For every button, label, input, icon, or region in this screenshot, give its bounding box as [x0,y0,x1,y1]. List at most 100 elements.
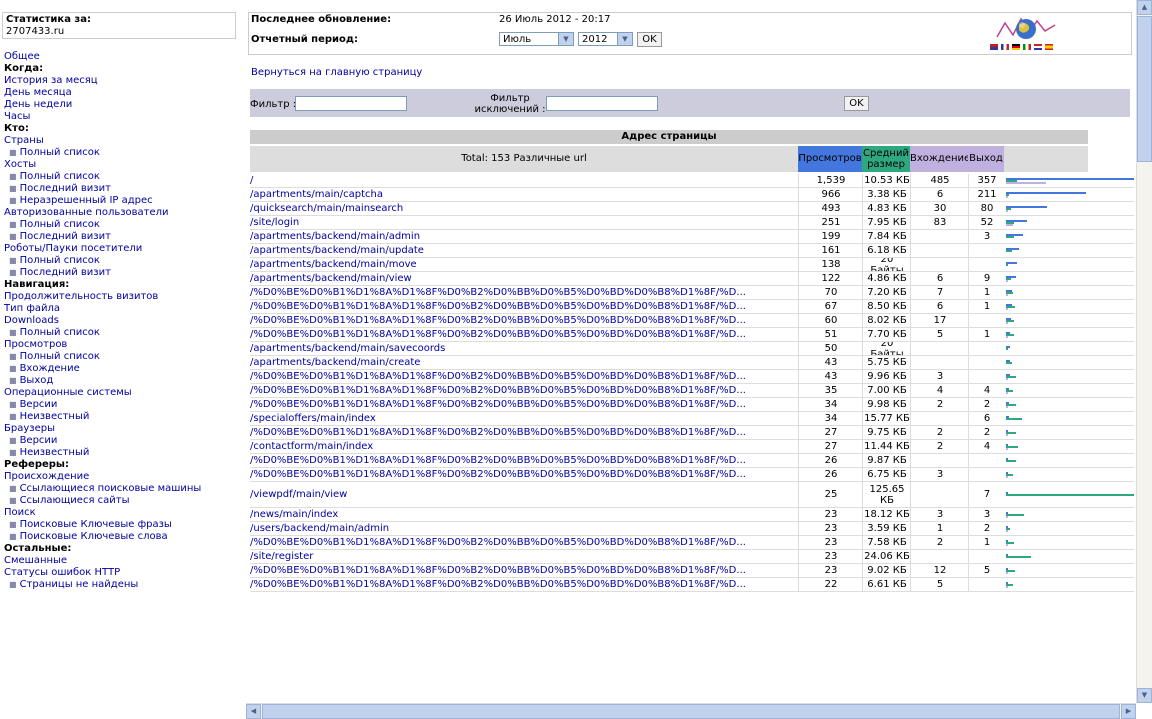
menu-subitem[interactable]: ■ Полный список [4,327,201,339]
menu-item[interactable]: История за месяц [4,75,201,87]
page-url-link[interactable]: /quicksearch/main/mainsearch [250,202,798,215]
menu-item[interactable]: Продолжительность визитов [4,291,201,303]
menu-subitem-link[interactable]: Ссылающиеся сайты [20,495,130,506]
horizontal-scrollbar[interactable]: ◀ ▶ [246,703,1136,719]
menu-subitem-link[interactable]: Неразрешенный IP адрес [20,195,153,206]
page-url-link[interactable]: /%D0%BE%D0%B1%D1%8A%D1%8F%D0%B2%D0%BB%D0… [250,578,798,591]
page-url-link[interactable]: /%D0%BE%D0%B1%D1%8A%D1%8F%D0%B2%D0%BB%D0… [250,426,798,439]
page-url-link[interactable]: /%D0%BE%D0%B1%D1%8A%D1%8F%D0%B2%D0%BB%D0… [250,328,798,341]
menu-subitem[interactable]: ■ Последний визит [4,231,201,243]
menu-item-link[interactable]: Страны [4,135,44,146]
page-url-link[interactable]: /%D0%BE%D0%B1%D1%8A%D1%8F%D0%B2%D0%BB%D0… [250,370,798,383]
menu-subitem-link[interactable]: Полный список [20,255,100,266]
menu-subitem-link[interactable]: Полный список [20,351,100,362]
menu-item[interactable]: Смешанные [4,555,201,567]
menu-item[interactable]: Просмотров [4,339,201,351]
flag-fr-icon[interactable] [1001,44,1009,50]
menu-subitem-link[interactable]: Страницы не найдены [20,579,139,590]
menu-item-link[interactable]: Происхождение [4,471,89,482]
menu-subitem-link[interactable]: Версии [20,435,58,446]
menu-item[interactable]: Операционные системы [4,387,201,399]
menu-subitem[interactable]: ■ Неразрешенный IP адрес [4,195,201,207]
menu-subitem[interactable]: ■ Выход [4,375,201,387]
vertical-scrollbar[interactable]: ▲ ▼ [1136,0,1152,703]
menu-subitem[interactable]: ■ Страницы не найдены [4,579,201,591]
scroll-up-button[interactable]: ▲ [1137,0,1152,15]
menu-subitem[interactable]: ■ Вхождение [4,363,201,375]
page-url-link[interactable]: /%D0%BE%D0%B1%D1%8A%D1%8F%D0%B2%D0%BB%D0… [250,468,798,481]
menu-item-link[interactable]: Браузеры [4,423,55,434]
menu-item-link[interactable]: Просмотров [4,339,67,350]
menu-item[interactable]: Браузеры [4,423,201,435]
page-url-link[interactable]: /apartments/backend/main/savecoords [250,342,798,355]
menu-item[interactable]: Авторизованные пользователи [4,207,201,219]
menu-item[interactable]: Часы [4,111,201,123]
flag-de-icon[interactable] [1012,44,1020,50]
page-url-link[interactable]: /%D0%BE%D0%B1%D1%8A%D1%8F%D0%B2%D0%BB%D0… [250,384,798,397]
menu-item[interactable]: Downloads [4,315,201,327]
menu-item[interactable]: Поиск [4,507,201,519]
menu-subitem[interactable]: ■ Полный список [4,255,201,267]
menu-item[interactable]: День недели [4,99,201,111]
page-url-link[interactable]: /apartments/backend/main/create [250,356,798,369]
menu-item[interactable]: Хосты [4,159,201,171]
menu-subitem-link[interactable]: Версии [20,399,58,410]
period-ok-button[interactable]: OK [637,32,662,47]
page-url-link[interactable]: /apartments/backend/main/move [250,258,798,271]
menu-subitem-link[interactable]: Неизвестный [20,411,90,422]
menu-subitem-link[interactable]: Поисковые Ключевые фразы [20,519,172,530]
menu-item-link[interactable]: Тип файла [4,303,60,314]
menu-item-link[interactable]: Операционные системы [4,387,132,398]
page-url-link[interactable]: /%D0%BE%D0%B1%D1%8A%D1%8F%D0%B2%D0%BB%D0… [250,398,798,411]
menu-subitem-link[interactable]: Полный список [20,147,100,158]
page-url-link[interactable]: /apartments/backend/main/admin [250,230,798,243]
page-url-link[interactable]: /%D0%BE%D0%B1%D1%8A%D1%8F%D0%B2%D0%BB%D0… [250,314,798,327]
page-url-link[interactable]: /site/login [250,216,798,229]
flag-nl-icon[interactable] [1034,44,1042,50]
menu-subitem[interactable]: ■ Ссылающиеся сайты [4,495,201,507]
menu-item-link[interactable]: Общее [4,51,40,62]
horizontal-scroll-thumb[interactable] [262,704,1120,719]
menu-subitem-link[interactable]: Полный список [20,171,100,182]
menu-subitem-link[interactable]: Вхождение [20,363,80,374]
menu-subitem-link[interactable]: Ссылающиеся поисковые машины [20,483,202,494]
page-url-link[interactable]: /%D0%BE%D0%B1%D1%8A%D1%8F%D0%B2%D0%BB%D0… [250,564,798,577]
year-select[interactable]: 2012 ▼ [578,32,633,46]
filter-ok-button[interactable]: OK [844,96,869,111]
menu-item-link[interactable]: Смешанные [4,555,67,566]
menu-item[interactable]: Роботы/Пауки посетители [4,243,201,255]
menu-item[interactable]: Общее [4,51,201,63]
page-url-link[interactable]: /news/main/index [250,508,798,521]
menu-subitem[interactable]: ■ Последний визит [4,267,201,279]
menu-subitem-link[interactable]: Поисковые Ключевые слова [20,531,168,542]
menu-item[interactable]: Тип файла [4,303,201,315]
menu-subitem[interactable]: ■ Версии [4,399,201,411]
page-url-link[interactable]: /%D0%BE%D0%B1%D1%8A%D1%8F%D0%B2%D0%BB%D0… [250,286,798,299]
flag-it-icon[interactable] [1023,44,1031,50]
scroll-left-button[interactable]: ◀ [246,704,261,719]
menu-subitem-link[interactable]: Полный список [20,327,100,338]
page-url-link[interactable]: /specialoffers/main/index [250,412,798,425]
scroll-down-button[interactable]: ▼ [1137,688,1152,703]
menu-item-link[interactable]: Downloads [4,315,59,326]
menu-subitem-link[interactable]: Последний визит [20,183,111,194]
menu-item-link[interactable]: Авторизованные пользователи [4,207,169,218]
menu-subitem[interactable]: ■ Полный список [4,147,201,159]
menu-item-link[interactable]: День месяца [4,87,72,98]
back-to-main-link[interactable]: Вернуться на главную страницу [251,67,422,78]
menu-subitem[interactable]: ■ Полный список [4,219,201,231]
menu-item-link[interactable]: Часы [4,111,30,122]
menu-subitem-link[interactable]: Последний визит [20,231,111,242]
menu-subitem-link[interactable]: Последний визит [20,267,111,278]
menu-item-link[interactable]: Статусы ошибок HTTP [4,567,120,578]
menu-item-link[interactable]: Роботы/Пауки посетители [4,243,142,254]
page-url-link[interactable]: /users/backend/main/admin [250,522,798,535]
menu-subitem-link[interactable]: Неизвестный [20,447,90,458]
page-url-link[interactable]: /contactform/main/index [250,440,798,453]
filter-input[interactable] [295,96,407,111]
menu-subitem[interactable]: ■ Ссылающиеся поисковые машины [4,483,201,495]
menu-item-link[interactable]: Хосты [4,159,36,170]
page-url-link[interactable]: /%D0%BE%D0%B1%D1%8A%D1%8F%D0%B2%D0%BB%D0… [250,300,798,313]
page-url-link[interactable]: /site/register [250,550,798,563]
menu-subitem[interactable]: ■ Неизвестный [4,447,201,459]
